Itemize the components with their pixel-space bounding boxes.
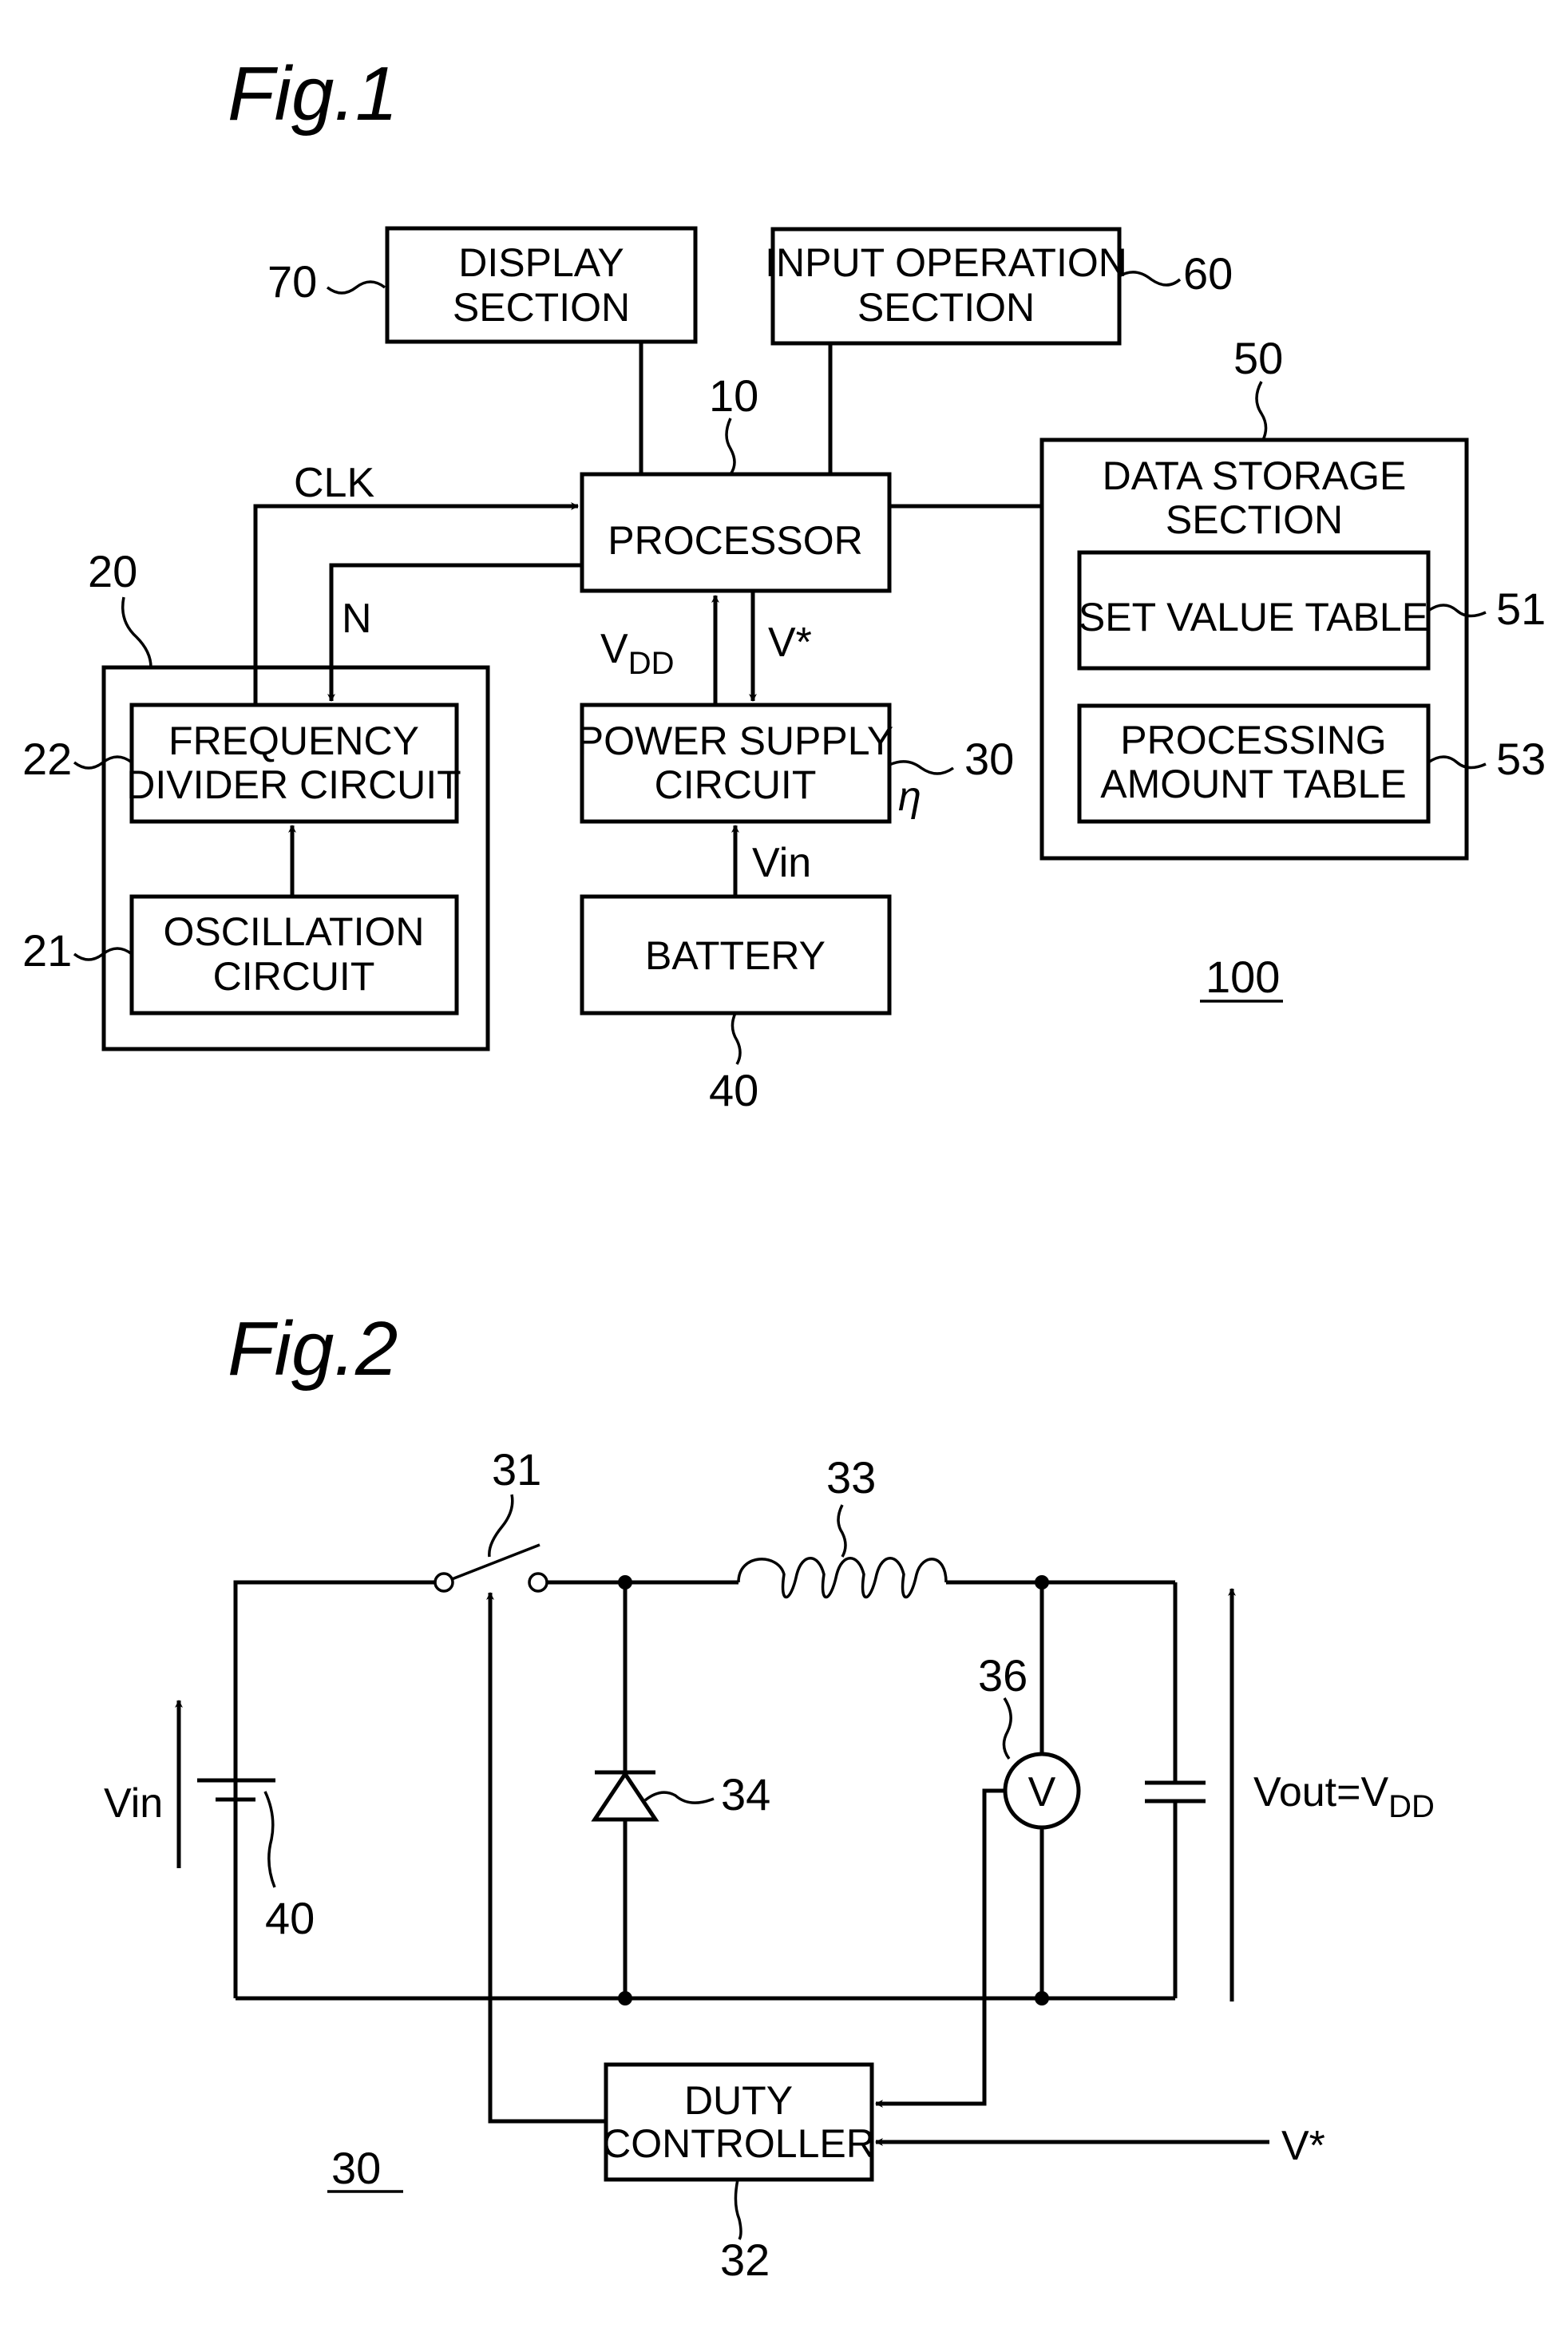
patent-drawing-sheet: Fig.1 DISPLAY SECTION 70 INPUT OPERATION… — [22, 51, 1546, 2285]
processor-block: PROCESSOR 10 — [580, 370, 892, 593]
freq-divider-label-1: FREQUENCY — [168, 719, 419, 763]
display-ref: 70 — [267, 256, 317, 307]
voltmeter-symbol: V — [1028, 1769, 1056, 1815]
oscillation-circuit-block: OSCILLATION CIRCUIT 21 — [22, 894, 459, 1016]
vstar-label: V* — [768, 620, 812, 666]
battery-leader — [731, 1012, 742, 1065]
left-top-wire — [233, 1580, 435, 1800]
processing-amount-label-1: PROCESSING — [1120, 718, 1386, 762]
vout-label: Vout=VDD — [1253, 1769, 1435, 1824]
freq-divider-ref: 22 — [22, 734, 72, 784]
figure-2: Fig.2 31 33 40 Vin 34 V 36 Vout=VDD DUTY… — [104, 1306, 1435, 2285]
vin-label: Vin — [752, 840, 811, 886]
battery-cell-40: 40 — [197, 1778, 315, 1998]
duty-label-2: CONTROLLER — [602, 2121, 875, 2166]
processor-leader — [725, 418, 736, 476]
set-value-table-label: SET VALUE TABLE — [1079, 595, 1428, 639]
switch-control-arrow — [486, 1592, 606, 2124]
processing-amount-label-2: AMOUNT TABLE — [1100, 762, 1406, 806]
voltmeter-feedback-arrow — [875, 1788, 1005, 2108]
display-label-2: SECTION — [453, 285, 630, 330]
diode-leader — [643, 1791, 715, 1804]
frequency-divider-block: FREQUENCY DIVIDER CIRCUIT 22 — [22, 703, 461, 824]
storage-label-2: SECTION — [1166, 497, 1343, 542]
n-label: N — [342, 596, 372, 642]
duty-leader — [734, 2179, 742, 2240]
power-supply-block: POWER SUPPLY CIRCUIT 30 η — [577, 703, 1014, 824]
duty-ref: 32 — [720, 2235, 770, 2285]
set-value-table-ref: 51 — [1496, 584, 1546, 634]
clock-unit-leader — [121, 596, 152, 668]
processing-amount-ref: 53 — [1496, 734, 1546, 784]
ground-node-diode — [618, 1991, 632, 2005]
display-leader — [326, 280, 386, 295]
duty-label-1: DUTY — [684, 2078, 793, 2123]
power-supply-leader — [889, 760, 955, 775]
clock-unit-ref: 20 — [88, 546, 137, 596]
input-label-2: SECTION — [857, 285, 1035, 330]
battery-label: BATTERY — [645, 933, 826, 978]
battery-cell-leader — [263, 1791, 276, 1888]
power-supply-label-1: POWER SUPPLY — [577, 719, 893, 763]
clk-label: CLK — [294, 460, 374, 506]
inductor-leader — [837, 1504, 847, 1558]
freq-divider-label-2: DIVIDER CIRCUIT — [126, 762, 461, 807]
battery-cell-ref: 40 — [265, 1893, 315, 1943]
voltmeter-leader — [1002, 1697, 1012, 1760]
voltmeter-ref: 36 — [978, 1650, 1028, 1701]
output-capacitor — [1145, 1582, 1206, 1998]
figure-2-title: Fig.2 — [228, 1306, 398, 1392]
switch-ref: 31 — [492, 1444, 541, 1495]
ground-node-output — [1035, 1991, 1049, 2005]
input-ref: 60 — [1183, 248, 1233, 299]
input-leader — [1119, 271, 1182, 287]
fig2-vin-label: Vin — [104, 1780, 163, 1827]
figure-1-title: Fig.1 — [228, 51, 398, 137]
storage-label-1: DATA STORAGE — [1103, 453, 1407, 498]
power-supply-ref: 30 — [964, 734, 1014, 784]
battery-ref: 40 — [709, 1065, 758, 1115]
switch-leader — [488, 1494, 514, 1558]
oscillation-label-2: CIRCUIT — [213, 954, 375, 999]
diode-ref: 34 — [721, 1769, 770, 1819]
oscillation-label-1: OSCILLATION — [164, 909, 425, 954]
battery-block: BATTERY 40 — [580, 894, 892, 1115]
inductor-ref: 33 — [826, 1452, 876, 1503]
vdd-label: VDD — [600, 626, 674, 681]
inductor-33: 33 — [737, 1452, 948, 1599]
display-label-1: DISPLAY — [458, 240, 624, 285]
duty-controller-block: DUTY CONTROLLER 32 — [602, 2062, 875, 2285]
power-supply-label-2: CIRCUIT — [655, 762, 817, 807]
display-section-block: DISPLAY SECTION 70 — [267, 226, 698, 344]
figure-1: Fig.1 DISPLAY SECTION 70 INPUT OPERATION… — [22, 51, 1546, 1115]
switch-31: 31 — [434, 1444, 548, 1593]
processor-ref: 10 — [709, 370, 758, 421]
processing-amount-table-block: PROCESSING AMOUNT TABLE 53 — [1077, 703, 1546, 824]
set-value-table-block: SET VALUE TABLE 51 — [1077, 550, 1546, 671]
storage-ref: 50 — [1233, 333, 1283, 383]
fig2-vstar-label: V* — [1281, 2123, 1325, 2169]
efficiency-eta-label: η — [898, 774, 921, 820]
input-label-1: INPUT OPERATION — [765, 240, 1127, 285]
data-storage-block: DATA STORAGE SECTION 50 SET VALUE TABLE … — [1039, 333, 1546, 861]
circuit-ref: 30 — [331, 2143, 381, 2193]
input-operation-block: INPUT OPERATION SECTION 60 — [765, 227, 1233, 346]
system-ref: 100 — [1206, 952, 1280, 1002]
processor-label: PROCESSOR — [608, 518, 863, 563]
storage-leader — [1255, 381, 1268, 441]
oscillation-ref: 21 — [22, 925, 72, 976]
diode-34: 34 — [591, 1582, 770, 1998]
